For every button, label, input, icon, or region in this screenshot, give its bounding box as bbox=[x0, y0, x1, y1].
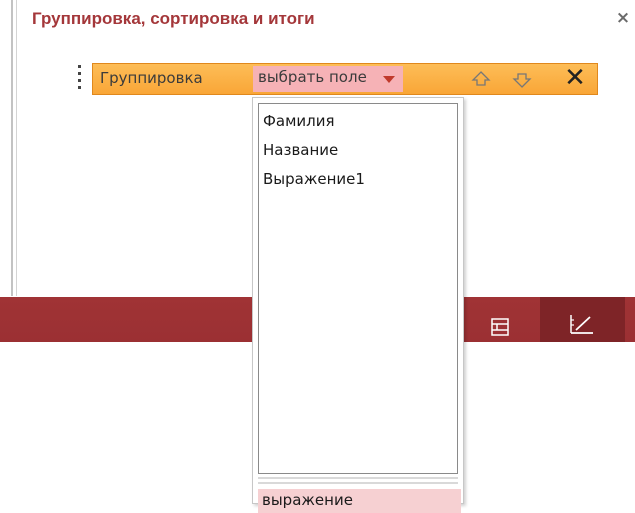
design-view-icon bbox=[570, 315, 593, 334]
divider bbox=[258, 482, 458, 484]
pane-border bbox=[11, 0, 13, 296]
drag-dot-icon bbox=[77, 65, 81, 68]
list-item[interactable]: Выражение1 bbox=[263, 170, 365, 188]
expression-label: выражение bbox=[262, 491, 353, 509]
pane-border-inner bbox=[16, 0, 17, 296]
group-row: Группировка выбрать поле ✕ bbox=[92, 63, 598, 95]
layout-view-icon[interactable] bbox=[488, 316, 512, 338]
delete-icon[interactable]: ✕ bbox=[560, 63, 590, 93]
close-button[interactable]: × bbox=[612, 7, 634, 29]
list-item[interactable]: Фамилия bbox=[263, 112, 335, 130]
field-list[interactable]: Фамилия Название Выражение1 bbox=[258, 103, 458, 474]
drag-dot-icon bbox=[77, 86, 81, 89]
drag-handle[interactable] bbox=[77, 65, 81, 89]
drag-dot-icon bbox=[77, 72, 81, 75]
drag-dot-icon bbox=[77, 79, 81, 82]
panel-title: Группировка, сортировка и итоги bbox=[32, 9, 315, 28]
expression-option[interactable]: выражение bbox=[258, 489, 461, 513]
arrow-down-icon[interactable] bbox=[510, 69, 534, 91]
list-item[interactable]: Название bbox=[263, 141, 338, 159]
field-dropdown: Фамилия Название Выражение1 выражение bbox=[252, 97, 464, 513]
group-label: Группировка bbox=[100, 69, 203, 87]
field-select[interactable]: выбрать поле bbox=[253, 66, 403, 92]
divider bbox=[258, 477, 458, 479]
dropdown-triangle-icon bbox=[383, 76, 395, 83]
field-select-value: выбрать поле bbox=[258, 68, 367, 86]
arrow-up-icon[interactable] bbox=[469, 68, 493, 90]
